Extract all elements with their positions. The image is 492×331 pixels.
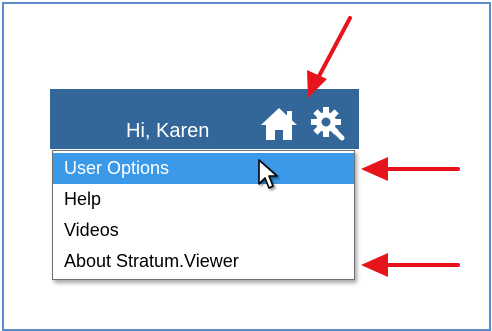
menu-item-user-options[interactable]: User Options — [53, 153, 354, 184]
menu-item-help[interactable]: Help — [53, 184, 354, 215]
menu-item-videos[interactable]: Videos — [53, 215, 354, 246]
mouse-pointer-icon — [256, 158, 282, 192]
user-options-menu: User Options Help Videos About Stratum.V… — [52, 150, 355, 280]
user-greeting: Hi, Karen — [126, 120, 210, 142]
menu-item-about[interactable]: About Stratum.Viewer — [53, 246, 354, 277]
gear-icon[interactable] — [310, 105, 346, 141]
home-icon[interactable] — [259, 106, 299, 142]
